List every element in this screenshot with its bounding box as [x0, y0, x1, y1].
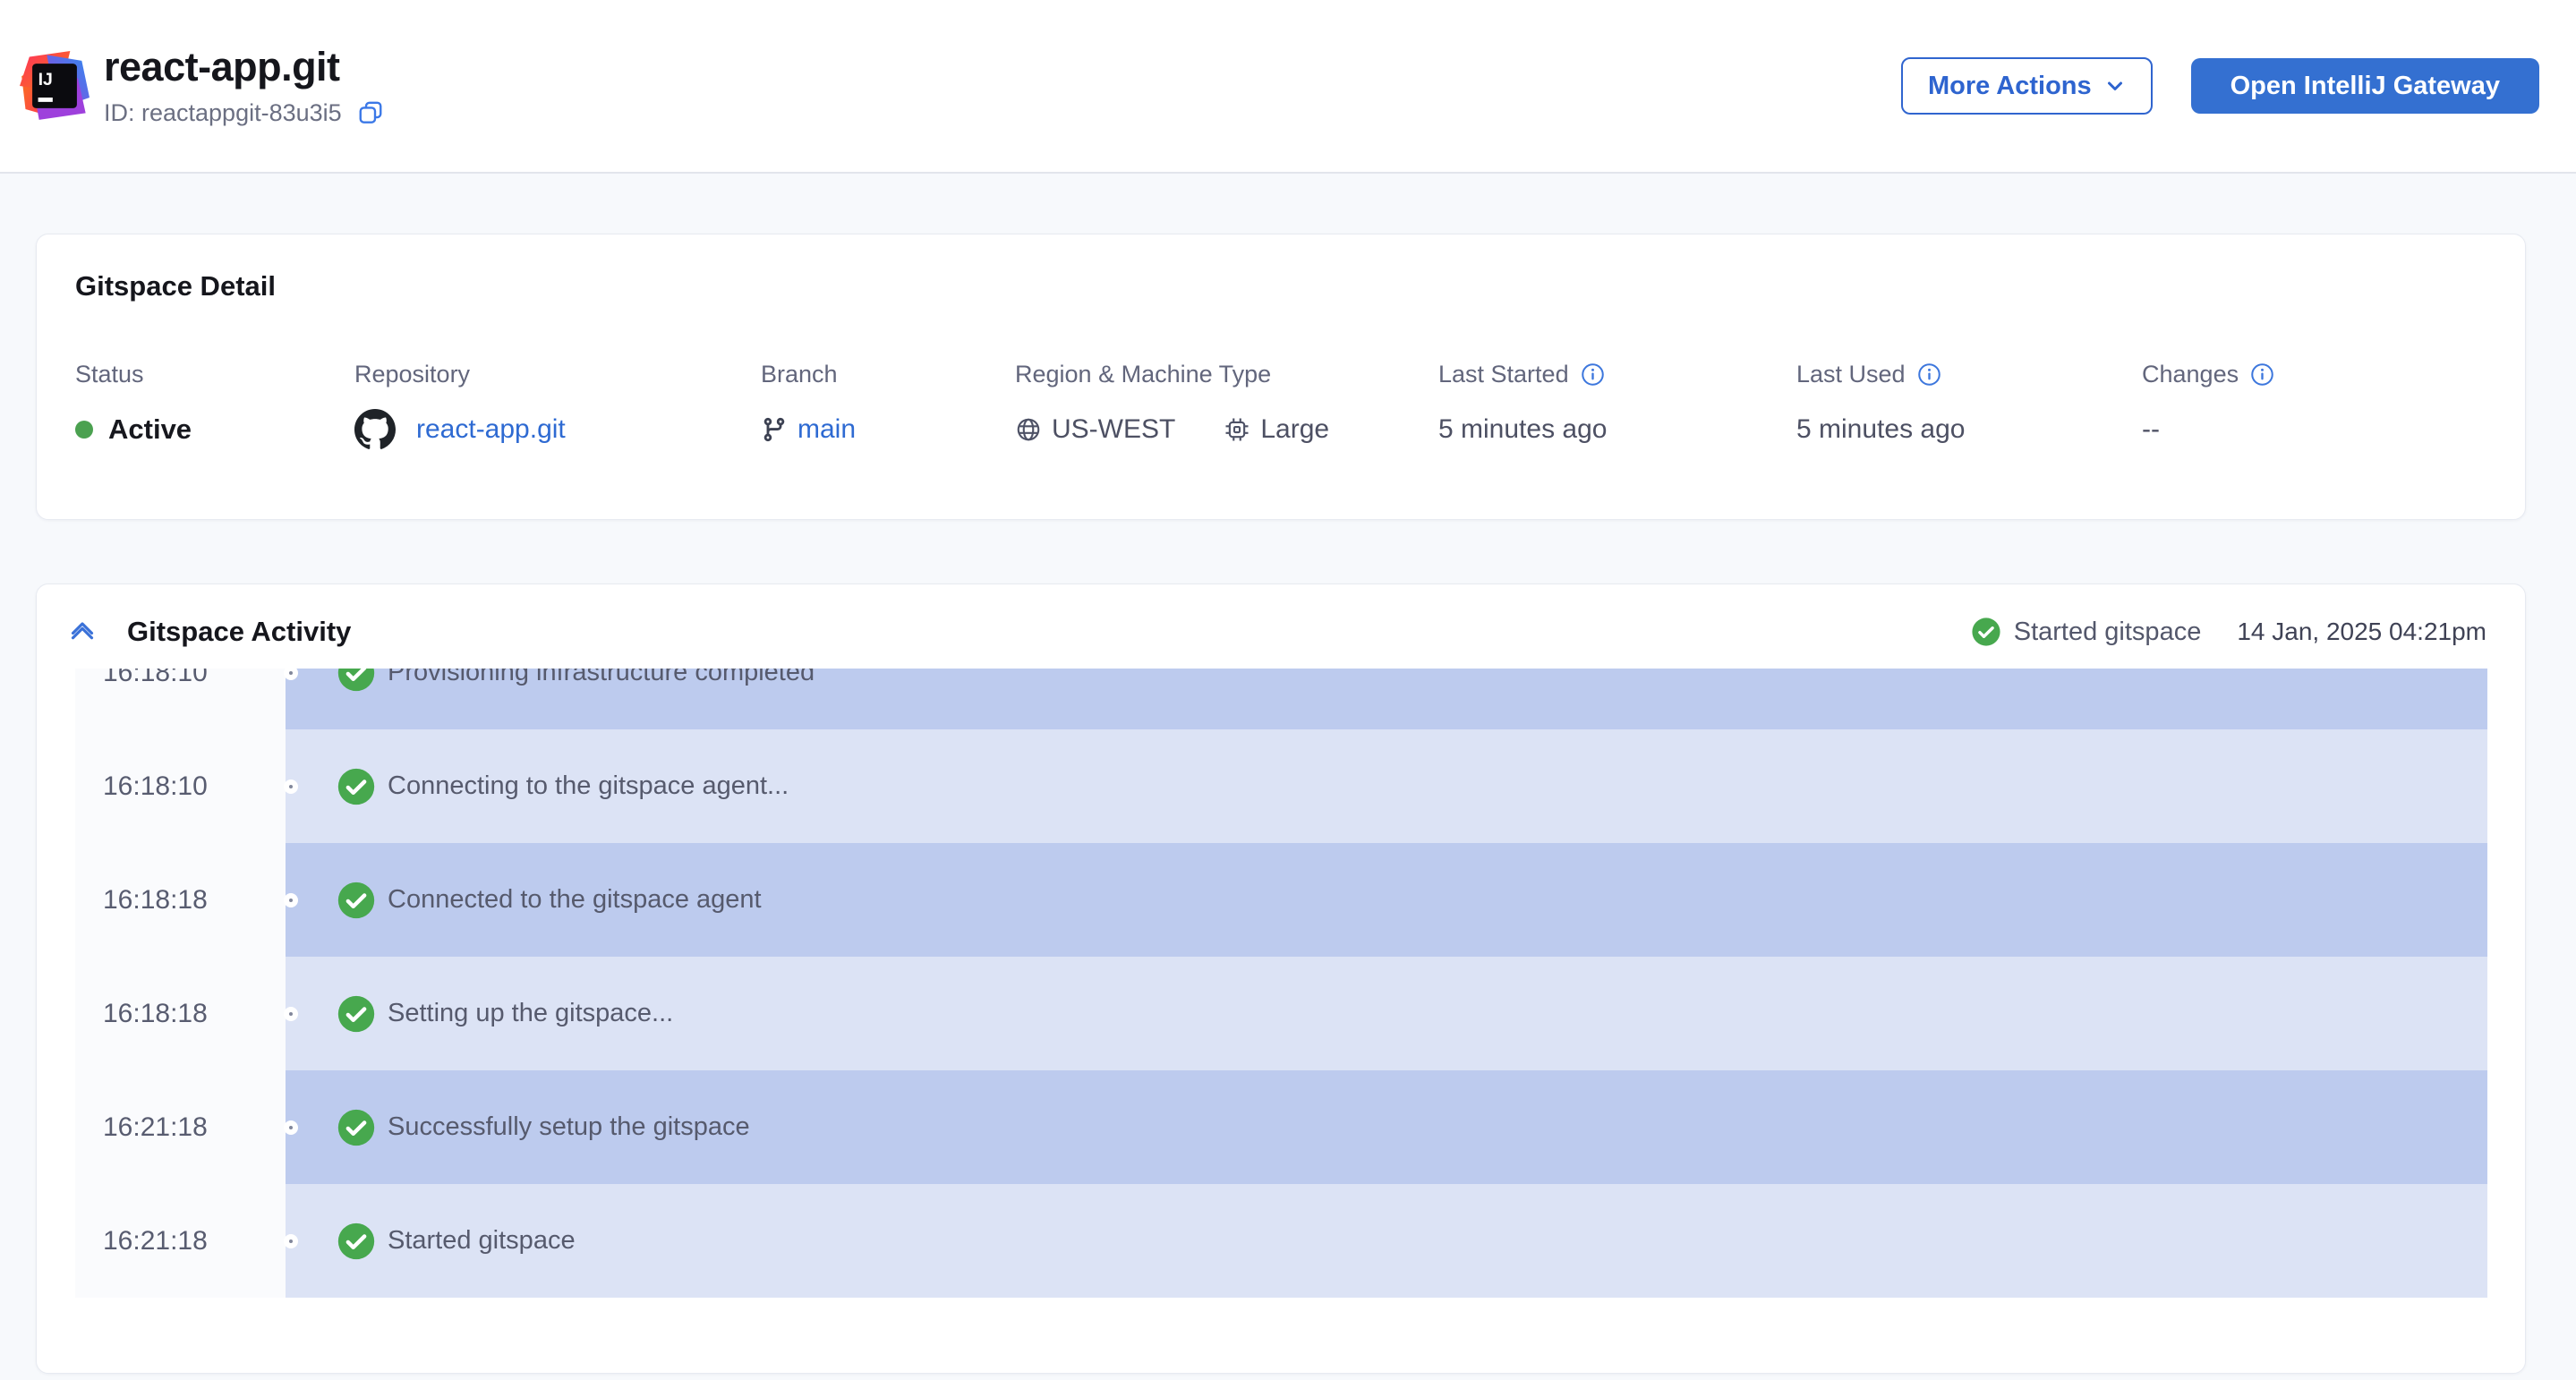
- log-message: Successfully setup the gitspace: [388, 1112, 750, 1142]
- log-row: 16:18:10 Connecting to the gitspace agen…: [75, 729, 2487, 843]
- status-value: Active: [108, 413, 192, 446]
- gitspace-detail-heading: Gitspace Detail: [75, 270, 2486, 302]
- timeline-dot-icon: [284, 1007, 298, 1021]
- activity-header: Gitspace Activity Started gitspace 14 Ja…: [37, 584, 2525, 669]
- branch-link[interactable]: main: [798, 414, 856, 445]
- log-message: Provisioning infrastructure completed: [388, 669, 815, 687]
- log-time: 16:18:10: [103, 669, 208, 688]
- gitspace-activity-card: Gitspace Activity Started gitspace 14 Ja…: [36, 584, 2526, 1374]
- log-time: 16:21:18: [103, 1226, 208, 1256]
- brand-text: react-app.git ID: reactappgit-83u3i5: [104, 45, 385, 127]
- machine-type-value: Large: [1260, 414, 1329, 445]
- chevron-down-icon: [2104, 75, 2126, 97]
- log-time: 16:18:10: [103, 771, 208, 802]
- log-time: 16:18:18: [103, 885, 208, 916]
- region-value: US-WEST: [1052, 414, 1175, 445]
- open-intellij-gateway-button[interactable]: Open IntelliJ Gateway: [2191, 58, 2539, 114]
- activity-title: Gitspace Activity: [127, 616, 351, 648]
- brand: IJ react-app.git ID: reactappgit-83u3i5: [20, 45, 385, 127]
- last-used-value: 5 minutes ago: [1796, 414, 1965, 445]
- machine-pair: Large: [1224, 414, 1329, 445]
- timeline-dot-icon: [284, 779, 298, 794]
- globe-icon: [1015, 416, 1042, 443]
- changes-label: Changes: [2142, 360, 2239, 388]
- log-row: 16:18:10 Provisioning infrastructure com…: [75, 669, 2487, 729]
- last-started-value: 5 minutes ago: [1438, 414, 1607, 445]
- log-message: Connecting to the gitspace agent...: [388, 771, 789, 801]
- repository-link[interactable]: react-app.git: [416, 414, 566, 445]
- more-actions-button[interactable]: More Actions: [1901, 57, 2153, 115]
- log-row: 16:21:18 Started gitspace: [75, 1184, 2487, 1298]
- gitspace-id: ID: reactappgit-83u3i5: [104, 99, 342, 127]
- log-message: Setting up the gitspace...: [388, 999, 673, 1028]
- active-status-dot-icon: [75, 421, 93, 439]
- log-message: Connected to the gitspace agent: [388, 885, 762, 915]
- status-label: Status: [75, 360, 354, 388]
- intellij-idea-logo-icon: IJ: [20, 51, 90, 121]
- repository-label: Repository: [354, 360, 761, 388]
- info-icon[interactable]: [2250, 362, 2274, 387]
- info-icon[interactable]: [1581, 362, 1605, 387]
- more-actions-label: More Actions: [1928, 72, 2092, 101]
- timeline-dot-icon: [284, 893, 298, 907]
- chevron-up-icon[interactable]: [63, 612, 102, 652]
- page-id-row: ID: reactappgit-83u3i5: [104, 98, 385, 127]
- branch-label: Branch: [761, 360, 1015, 388]
- check-circle-icon: [337, 669, 376, 693]
- log-time: 16:21:18: [103, 1112, 208, 1143]
- activity-timestamp: 14 Jan, 2025 04:21pm: [2237, 618, 2486, 646]
- header-actions: More Actions Open IntelliJ Gateway: [1901, 57, 2539, 115]
- last-started-label: Last Started: [1438, 360, 1569, 388]
- field-repository: Repository react-app.git: [354, 360, 761, 451]
- log-row: 16:18:18 Connected to the gitspace agent: [75, 843, 2487, 957]
- region-pair: US-WEST: [1015, 414, 1175, 445]
- gitspace-detail-card: Gitspace Detail Status Active Repository…: [36, 234, 2526, 520]
- last-used-label: Last Used: [1796, 360, 1906, 388]
- check-circle-icon: [337, 994, 376, 1034]
- activity-log[interactable]: 16:18:10 Provisioning infrastructure com…: [75, 669, 2487, 1301]
- check-circle-icon: [337, 881, 376, 920]
- github-icon: [354, 409, 396, 450]
- svg-text:IJ: IJ: [38, 70, 53, 89]
- timeline-dot-icon: [284, 1120, 298, 1135]
- copy-icon[interactable]: [356, 98, 385, 127]
- field-last-used: Last Used 5 minutes ago: [1796, 360, 2142, 451]
- check-circle-icon: [337, 1108, 376, 1147]
- field-status: Status Active: [75, 360, 354, 451]
- info-icon[interactable]: [1917, 362, 1941, 387]
- page-title: react-app.git: [104, 45, 385, 89]
- top-bar: IJ react-app.git ID: reactappgit-83u3i5 …: [0, 0, 2576, 174]
- check-circle-icon: [1971, 617, 2001, 647]
- log-row: 16:18:18 Setting up the gitspace...: [75, 957, 2487, 1070]
- changes-value: --: [2142, 414, 2160, 445]
- git-branch-icon: [761, 416, 788, 443]
- field-changes: Changes --: [2142, 360, 2486, 451]
- open-gateway-label: Open IntelliJ Gateway: [2231, 72, 2500, 101]
- check-circle-icon: [337, 1222, 376, 1261]
- activity-status-text: Started gitspace: [2014, 618, 2202, 647]
- log-message: Started gitspace: [388, 1226, 576, 1256]
- field-branch: Branch main: [761, 360, 1015, 451]
- field-last-started: Last Started 5 minutes ago: [1438, 360, 1796, 451]
- detail-fields: Status Active Repository react-app.git B…: [75, 360, 2486, 451]
- log-time: 16:18:18: [103, 999, 208, 1029]
- cpu-icon: [1224, 416, 1250, 443]
- timeline-dot-icon: [284, 1234, 298, 1248]
- log-row: 16:21:18 Successfully setup the gitspace: [75, 1070, 2487, 1184]
- region-machine-label: Region & Machine Type: [1015, 360, 1438, 388]
- check-circle-icon: [337, 767, 376, 806]
- field-region-machine: Region & Machine Type US-WEST: [1015, 360, 1438, 451]
